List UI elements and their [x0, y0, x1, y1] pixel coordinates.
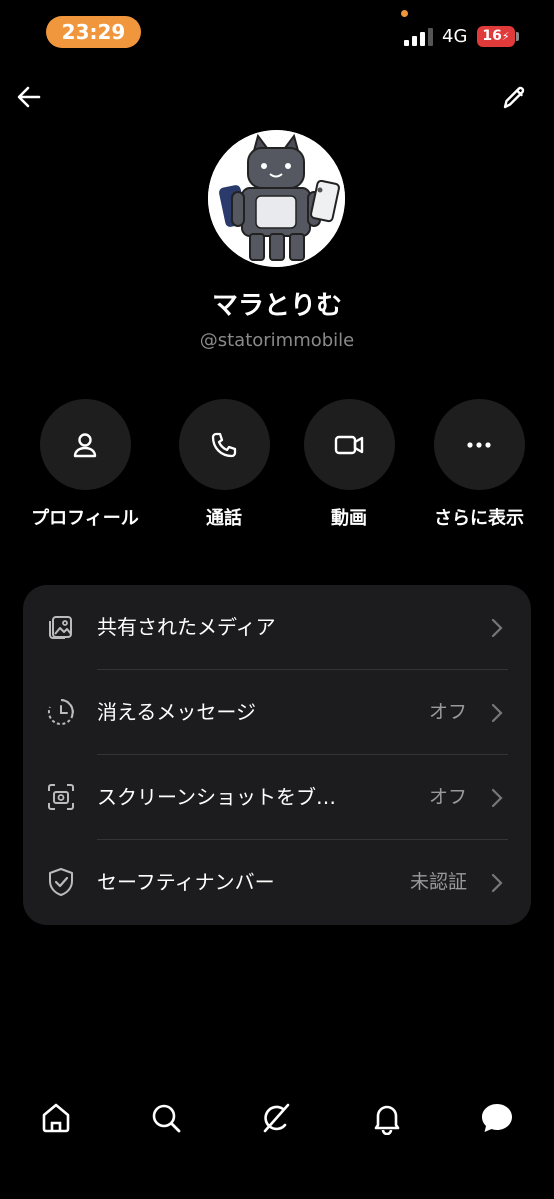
- call-action-label: 通話: [206, 508, 242, 529]
- chevron-right-icon: [491, 618, 503, 638]
- privacy-indicator-dot: [401, 10, 408, 17]
- phone-icon: [211, 432, 237, 457]
- nav-notifications[interactable]: [367, 1098, 407, 1138]
- pencil-icon: [503, 86, 525, 109]
- more-dots-icon: [467, 441, 491, 448]
- nav-search[interactable]: [146, 1098, 186, 1138]
- robot-cat-avatar-image: [208, 130, 345, 267]
- safety-number-value: 未認証: [409, 871, 467, 893]
- more-action-circle[interactable]: [433, 399, 525, 490]
- battery-icon: 16⚡: [477, 26, 515, 47]
- battery-level: 16: [482, 28, 502, 44]
- person-icon: [73, 432, 97, 457]
- arrow-left-icon: [17, 86, 41, 108]
- grok-icon: [263, 1103, 290, 1133]
- back-button[interactable]: [12, 80, 46, 114]
- profile-action-circle[interactable]: [39, 399, 131, 490]
- call-action-button[interactable]: 通話: [159, 399, 289, 530]
- messages-icon: [482, 1104, 512, 1132]
- nav-grok[interactable]: [256, 1098, 296, 1138]
- screenshot-icon: [48, 784, 74, 810]
- profile-name: マラとりむ: [211, 291, 342, 321]
- signal-icon: [404, 28, 434, 46]
- battery-nub: [516, 32, 519, 41]
- edit-button[interactable]: [496, 80, 532, 116]
- bell-icon: [374, 1105, 400, 1135]
- conversation-settings-card: 共有されたメディア 消えるメッセージ オフ スクリーンショットをブ… オフ セー…: [23, 585, 531, 925]
- screenshot-block-row[interactable]: スクリーンショットをブ… オフ: [23, 755, 531, 840]
- avatar[interactable]: [208, 130, 345, 267]
- video-action-circle[interactable]: [303, 399, 395, 490]
- disappearing-messages-value: オフ: [428, 701, 467, 723]
- home-icon: [42, 1103, 70, 1133]
- safety-number-title: セーフティナンバー: [97, 870, 275, 894]
- bottom-navigation: [0, 1090, 554, 1144]
- status-bar: 23:29 4G 16⚡: [0, 0, 554, 66]
- chevron-right-icon: [491, 703, 503, 723]
- chevron-right-icon: [491, 788, 503, 808]
- shared-media-row[interactable]: 共有されたメディア: [23, 585, 531, 670]
- media-icon: [49, 616, 72, 639]
- screenshot-block-value: オフ: [428, 786, 467, 808]
- status-time: 23:29: [46, 16, 141, 48]
- video-action-label: 動画: [331, 508, 367, 529]
- disappearing-messages-title: 消えるメッセージ: [97, 700, 256, 724]
- screenshot-block-title: スクリーンショットをブ…: [97, 785, 336, 809]
- call-action-circle[interactable]: [178, 399, 270, 490]
- profile-action-label: プロフィール: [31, 508, 139, 529]
- shield-check-icon: [49, 868, 73, 896]
- search-icon: [152, 1104, 181, 1133]
- more-action-button[interactable]: さらに表示: [414, 399, 544, 530]
- profile-handle: @statorimmobile: [199, 330, 355, 351]
- nav-messages[interactable]: [477, 1098, 517, 1138]
- video-action-button[interactable]: 動画: [284, 399, 414, 530]
- disappearing-messages-row[interactable]: 消えるメッセージ オフ: [23, 670, 531, 755]
- nav-home[interactable]: [36, 1098, 76, 1138]
- profile-action-button[interactable]: プロフィール: [20, 399, 150, 530]
- more-action-label: さらに表示: [434, 508, 524, 529]
- safety-number-row[interactable]: セーフティナンバー 未認証: [23, 840, 531, 925]
- chevron-right-icon: [491, 873, 503, 893]
- network-type: 4G: [442, 26, 468, 47]
- timer-icon: [47, 699, 74, 725]
- shared-media-title: 共有されたメディア: [97, 615, 276, 639]
- video-icon: [334, 435, 364, 454]
